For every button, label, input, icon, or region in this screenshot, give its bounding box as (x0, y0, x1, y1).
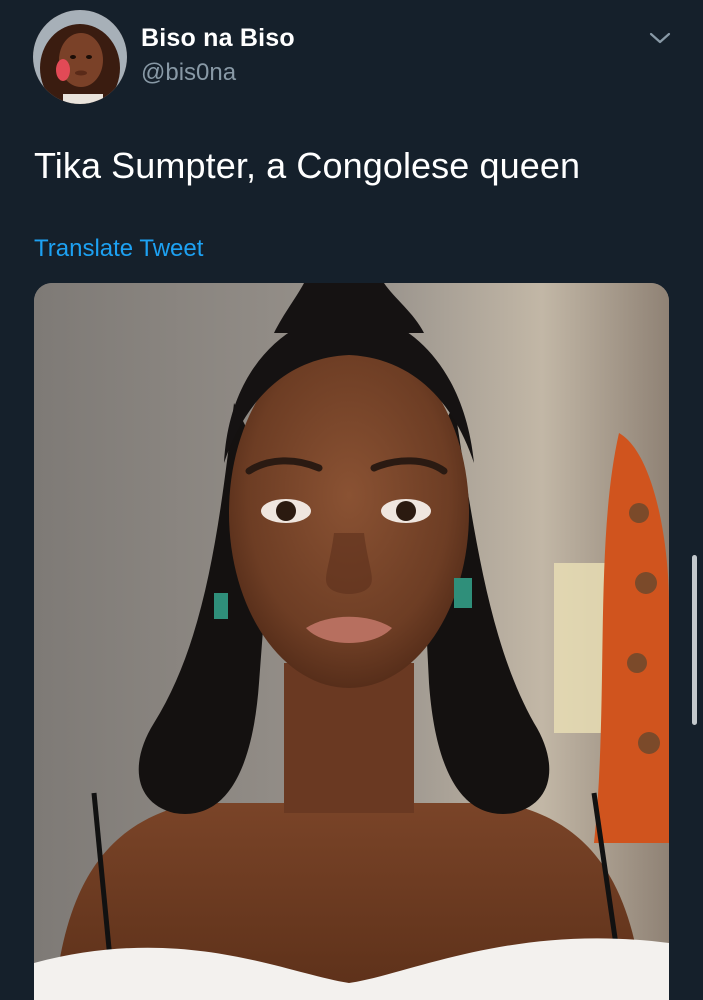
tweet-photo[interactable] (34, 283, 669, 1000)
portrait-photo (34, 283, 669, 1000)
tweet-card: Biso na Biso @bis0na Tika Sumpter, a Con… (0, 0, 703, 1000)
scrollbar-thumb[interactable] (692, 555, 697, 725)
chevron-down-icon[interactable] (648, 28, 672, 48)
translate-tweet-link[interactable]: Translate Tweet (34, 235, 203, 263)
author-avatar[interactable] (33, 10, 127, 104)
avatar-image (33, 10, 127, 104)
author-handle[interactable]: @bis0na (141, 59, 236, 87)
tweet-text: Tika Sumpter, a Congolese queen (34, 145, 581, 186)
author-display-name[interactable]: Biso na Biso (141, 24, 295, 53)
